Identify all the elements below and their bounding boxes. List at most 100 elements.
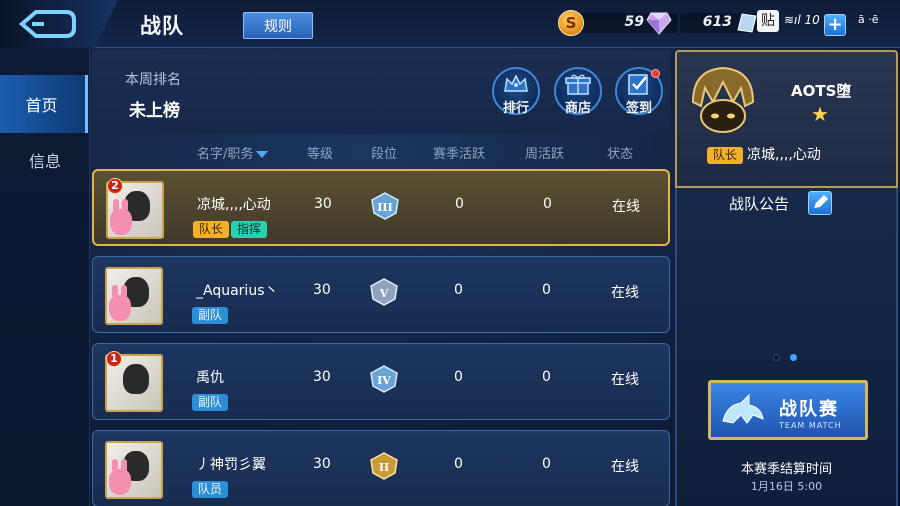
page-dot[interactable] bbox=[773, 354, 780, 361]
member-week-activity: 0 bbox=[542, 282, 551, 298]
tier-gold-icon: II bbox=[370, 452, 398, 480]
nav-item-info[interactable]: 信息 bbox=[0, 131, 90, 189]
signal-status: ≋ıl 10 bbox=[784, 13, 820, 27]
captain-name: 凉城,,,,心动 bbox=[747, 147, 821, 163]
crystal-icon bbox=[737, 13, 757, 33]
tier-platinum-icon: V bbox=[370, 278, 398, 306]
page-dot-active[interactable] bbox=[790, 354, 797, 361]
member-status: 在线 bbox=[612, 199, 640, 215]
season-settle-label: 本赛季结算时间 bbox=[740, 462, 832, 477]
weekly-rank-label: 本周排名 bbox=[125, 72, 181, 88]
tier-numeral: IV bbox=[377, 374, 391, 387]
member-season-activity: 0 bbox=[454, 369, 463, 385]
team-name: AOTS堕 bbox=[791, 82, 852, 100]
checkin-label: 签到 bbox=[625, 101, 652, 116]
back-button[interactable] bbox=[0, 0, 118, 48]
tier-diamond-icon: III bbox=[371, 192, 399, 220]
member-level: 30 bbox=[313, 456, 331, 472]
member-name: _Aquarius丶 bbox=[196, 283, 279, 299]
member-week-activity: 0 bbox=[542, 456, 551, 472]
tier-diamond-icon: IV bbox=[370, 365, 398, 393]
team-card[interactable]: AOTS堕 ★ 队长 凉城,,,,心动 bbox=[675, 50, 898, 188]
role-tag-captain: 队长 bbox=[193, 221, 230, 238]
top-bar: 战队 规则 S 59 613 贴 ≋ıl 10 + ā ·ē bbox=[0, 0, 900, 48]
shop-button[interactable]: 商店 bbox=[554, 67, 602, 116]
member-level: 30 bbox=[314, 196, 332, 212]
member-table-header: 名字/职务 等级 段位 赛季活跃 周活跃 状态 bbox=[92, 138, 670, 164]
column-level: 等级 bbox=[307, 147, 334, 162]
member-status: 在线 bbox=[611, 459, 639, 475]
member-badge: 1 bbox=[106, 351, 122, 367]
dragon-icon bbox=[722, 393, 764, 424]
column-name-role[interactable]: 名字/职务 bbox=[197, 143, 269, 162]
rules-button[interactable]: 规则 bbox=[243, 12, 313, 39]
leaderboard-button[interactable]: 排行 bbox=[492, 67, 540, 116]
team-emblem-icon bbox=[691, 66, 755, 133]
member-row[interactable]: 1 禹仇 副队 30 IV 0 0 在线 bbox=[92, 343, 670, 420]
diamond-amount: 613 bbox=[702, 14, 732, 30]
sort-down-icon bbox=[256, 151, 269, 158]
member-level: 30 bbox=[313, 282, 331, 298]
team-side-panel: 战队公告 战队赛 TEAM MATCH 本赛季结算时间 1月16日 5:00 bbox=[675, 188, 898, 506]
season-settle-date: 1月16日 5:00 bbox=[750, 480, 823, 493]
member-row[interactable]: 丿神罚彡翼 队员 30 II 0 0 在线 bbox=[92, 430, 670, 506]
weekly-rank-panel: 本周排名 未上榜 排行 商店 签到 bbox=[92, 50, 670, 134]
member-season-activity: 0 bbox=[454, 282, 463, 298]
checkin-icon bbox=[628, 74, 648, 95]
shop-label: 商店 bbox=[564, 101, 591, 116]
team-match-subtitle: TEAM MATCH bbox=[779, 421, 842, 430]
column-season-activity: 赛季活跃 bbox=[433, 147, 486, 162]
weekly-rank-value: 未上榜 bbox=[129, 101, 180, 121]
member-status: 在线 bbox=[611, 285, 639, 301]
column-week-activity: 周活跃 bbox=[525, 147, 565, 162]
member-week-activity: 0 bbox=[542, 369, 551, 385]
tier-numeral: II bbox=[379, 461, 389, 474]
avatar[interactable] bbox=[105, 267, 163, 325]
role-tag-member: 队员 bbox=[192, 481, 229, 498]
gold-coin-icon: S bbox=[558, 10, 584, 36]
star-icon: ★ bbox=[811, 102, 829, 126]
column-tier: 段位 bbox=[371, 147, 398, 162]
member-name: 禹仇 bbox=[196, 370, 224, 386]
checkin-button[interactable]: 签到 bbox=[615, 67, 663, 116]
member-name: 凉城,,,,心动 bbox=[197, 197, 271, 213]
side-nav: 首页 信息 bbox=[0, 48, 90, 506]
system-status-icons: ā ·ē bbox=[858, 13, 879, 26]
edit-notice-button[interactable] bbox=[808, 191, 832, 215]
role-tag-vice-captain: 副队 bbox=[192, 307, 229, 324]
column-name-role-label: 名字/职务 bbox=[197, 147, 254, 162]
team-match-title: 战队赛 bbox=[779, 399, 839, 420]
member-week-activity: 0 bbox=[543, 196, 552, 212]
leaderboard-label: 排行 bbox=[502, 101, 529, 116]
gift-icon bbox=[565, 74, 591, 95]
tier-numeral: III bbox=[377, 201, 392, 214]
member-name: 丿神罚彡翼 bbox=[196, 457, 266, 473]
page-title: 战队 bbox=[140, 14, 184, 38]
notice-label: 战队公告 bbox=[729, 195, 790, 213]
edit-icon bbox=[814, 195, 828, 208]
member-level: 30 bbox=[313, 369, 331, 385]
role-tag-captain: 队长 bbox=[707, 147, 744, 164]
member-row[interactable]: _Aquarius丶 副队 30 V 0 0 在线 bbox=[92, 256, 670, 333]
add-currency-button[interactable]: + bbox=[824, 14, 846, 36]
notification-dot bbox=[651, 69, 660, 78]
notice-pager bbox=[773, 346, 807, 365]
member-season-activity: 0 bbox=[454, 456, 463, 472]
team-captain: 队长 凉城,,,,心动 bbox=[707, 144, 821, 164]
member-row[interactable]: 2 凉城,,,,心动 队长 指挥 30 III 0 0 在线 bbox=[92, 169, 670, 246]
member-status: 在线 bbox=[611, 372, 639, 388]
crown-icon bbox=[504, 74, 528, 92]
team-match-button[interactable]: 战队赛 TEAM MATCH bbox=[708, 380, 868, 440]
gold-amount: 59 bbox=[624, 14, 644, 30]
column-status: 状态 bbox=[607, 147, 634, 162]
diamond-icon bbox=[646, 12, 672, 35]
paste-icon[interactable]: 贴 bbox=[757, 10, 779, 32]
member-season-activity: 0 bbox=[455, 196, 464, 212]
role-tag-commander: 指挥 bbox=[231, 221, 268, 238]
tier-numeral: V bbox=[379, 287, 389, 300]
back-arrow-icon bbox=[18, 10, 76, 38]
member-badge: 2 bbox=[107, 178, 123, 194]
nav-item-home[interactable]: 首页 bbox=[0, 75, 88, 133]
role-tag-vice-captain: 副队 bbox=[192, 394, 229, 411]
avatar[interactable] bbox=[105, 441, 163, 499]
